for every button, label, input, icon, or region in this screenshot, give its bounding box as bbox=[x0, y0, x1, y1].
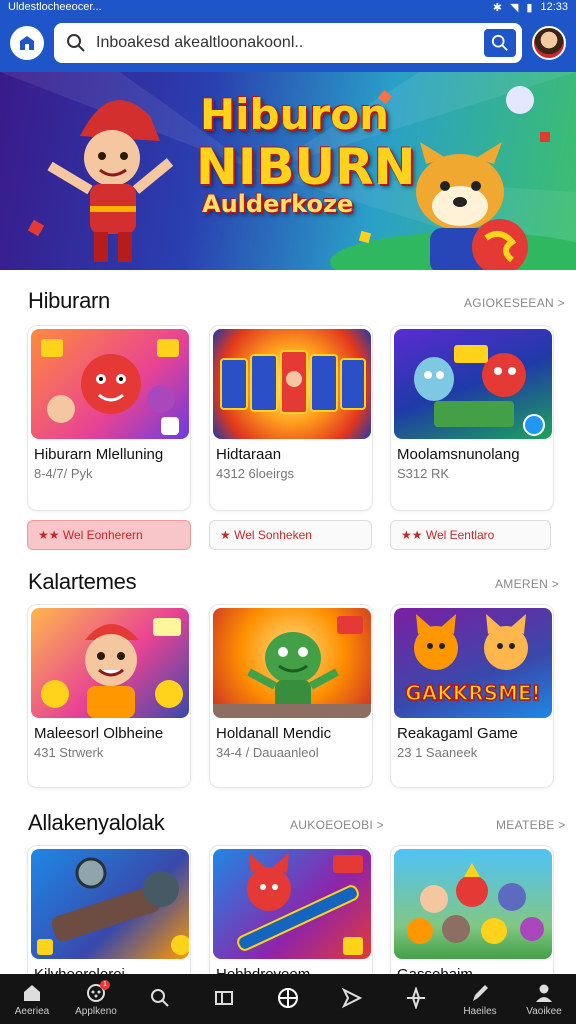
section-more-link[interactable]: MEATEBE > bbox=[496, 818, 566, 832]
game-thumbnail bbox=[31, 608, 189, 718]
notification-badge: 1 bbox=[100, 979, 110, 990]
store-icon bbox=[20, 36, 34, 50]
section-see-all-link[interactable]: AMEREN > bbox=[495, 577, 559, 591]
section-see-all-link[interactable]: AGIOKESEEAN > bbox=[464, 296, 565, 310]
game-card[interactable]: Moolamsnunolang S312 RK bbox=[390, 325, 554, 511]
bottom-navigation: Aeeriea 1 Applkeno Haeiles Vaoikee bbox=[0, 974, 576, 1024]
status-time: 12:33 bbox=[540, 1, 568, 13]
status-app-name: Uldestlocheeocer... bbox=[8, 1, 102, 13]
game-card[interactable]: Gassebaim bbox=[390, 845, 554, 985]
game-card[interactable]: GAKKRSME! Reakagaml Game 23 1 Saaneek bbox=[390, 604, 554, 788]
game-title: Holdanall Mendic bbox=[216, 725, 332, 742]
nav-create[interactable]: Haeiles bbox=[450, 982, 510, 1017]
game-title: Reakagaml Game bbox=[397, 725, 518, 742]
section-title: Hiburarn bbox=[28, 288, 110, 313]
game-meta: S312 RK bbox=[397, 466, 450, 481]
nav-profile[interactable]: Vaoikee bbox=[514, 982, 574, 1017]
elf-character bbox=[47, 100, 174, 262]
nav-share[interactable] bbox=[322, 987, 382, 1011]
battery-icon: ▮ bbox=[526, 1, 533, 14]
game-thumbnail bbox=[31, 329, 189, 439]
game-meta: 23 1 Saaneek bbox=[397, 745, 478, 760]
thumbnail-logo-text: GAKKRSME! bbox=[405, 681, 540, 705]
filter-chip[interactable]: ★★ Wel Eonherern bbox=[27, 520, 191, 550]
filter-chip[interactable]: ★ Wel Sonheken bbox=[209, 520, 372, 550]
nav-label: Aeeriea bbox=[14, 1005, 50, 1017]
nav-library[interactable] bbox=[194, 987, 254, 1011]
nav-label: Applkeno bbox=[75, 1005, 117, 1017]
game-card[interactable]: Maleesorl Olbheine 431 Strwerk bbox=[27, 604, 191, 788]
nav-label: Haeiles bbox=[463, 1005, 497, 1017]
game-thumbnail bbox=[394, 329, 552, 439]
compass-icon bbox=[407, 987, 425, 1009]
home-button[interactable] bbox=[10, 26, 44, 60]
game-thumbnail bbox=[213, 329, 371, 439]
avatar[interactable] bbox=[532, 26, 566, 60]
nav-search[interactable] bbox=[130, 987, 190, 1011]
brush-icon bbox=[473, 984, 488, 1001]
nav-home[interactable]: Aeeriea bbox=[2, 982, 62, 1017]
game-card[interactable]: Hiburarn Mlelluning 8-4/7/ Pyk bbox=[27, 325, 191, 511]
section-see-all-link[interactable]: AUKOEOEOBI > bbox=[290, 818, 384, 832]
search-icon bbox=[151, 989, 169, 1007]
bluetooth-icon: ✱ bbox=[492, 1, 502, 14]
game-meta: 431 Strwerk bbox=[34, 745, 104, 760]
search-input[interactable] bbox=[96, 34, 474, 52]
nav-explore[interactable] bbox=[386, 987, 446, 1011]
game-meta: 8-4/7/ Pyk bbox=[34, 466, 93, 481]
game-title: Hidtaraan bbox=[216, 446, 282, 463]
home-icon bbox=[24, 984, 40, 1001]
search-icon bbox=[67, 34, 85, 52]
nav-games[interactable]: 1 Applkeno bbox=[66, 979, 126, 1017]
game-thumbnail: GAKKRSME! bbox=[394, 608, 552, 718]
game-thumbnail bbox=[31, 849, 189, 959]
search-icon bbox=[491, 34, 508, 51]
filter-chip[interactable]: ★★ Wel Eentlaro bbox=[390, 520, 551, 550]
game-card[interactable]: Holdanall Mendic 34-4 / Dauaanleol bbox=[209, 604, 373, 788]
wifi-icon: ◥ bbox=[509, 1, 519, 14]
game-meta: 4312 6loeirgs bbox=[216, 466, 295, 481]
game-card[interactable]: Kilvheorolerei bbox=[27, 845, 191, 985]
nav-center[interactable] bbox=[258, 987, 318, 1011]
nav-label: Vaoikee bbox=[526, 1005, 562, 1017]
library-icon bbox=[215, 991, 233, 1005]
grid-circle-icon bbox=[278, 988, 298, 1008]
section-title: Allakenyalolak bbox=[28, 810, 165, 835]
game-card[interactable]: Hobbdreveem bbox=[209, 845, 373, 985]
game-title: Hiburarn Mlelluning bbox=[34, 446, 164, 463]
game-title: Moolamsnunolang bbox=[397, 446, 520, 463]
game-thumbnail bbox=[394, 849, 552, 959]
search-submit-button[interactable] bbox=[484, 29, 516, 57]
game-thumbnail bbox=[213, 608, 371, 718]
game-thumbnail bbox=[213, 849, 371, 959]
game-meta: 34-4 / Dauaanleol bbox=[216, 745, 319, 760]
banner-subtitle: Aulderkoze bbox=[202, 190, 354, 218]
search-bar[interactable] bbox=[54, 23, 522, 63]
section-title: Kalartemes bbox=[28, 569, 137, 594]
game-card[interactable]: Hidtaraan 4312 6loeirgs bbox=[209, 325, 373, 511]
profile-icon bbox=[536, 984, 552, 1002]
game-title: Maleesorl Olbheine bbox=[34, 725, 164, 742]
status-bar: Uldestlocheeocer... ✱ ◥ ▮ 12:33 bbox=[0, 0, 576, 14]
send-icon bbox=[341, 987, 363, 1009]
banner-title-line1: Hiburon bbox=[200, 90, 389, 139]
banner-title-line2: NIBURN bbox=[196, 138, 416, 196]
app-header bbox=[0, 14, 576, 72]
hero-banner[interactable]: Hiburon NIBURN Aulderkoze bbox=[0, 72, 576, 270]
